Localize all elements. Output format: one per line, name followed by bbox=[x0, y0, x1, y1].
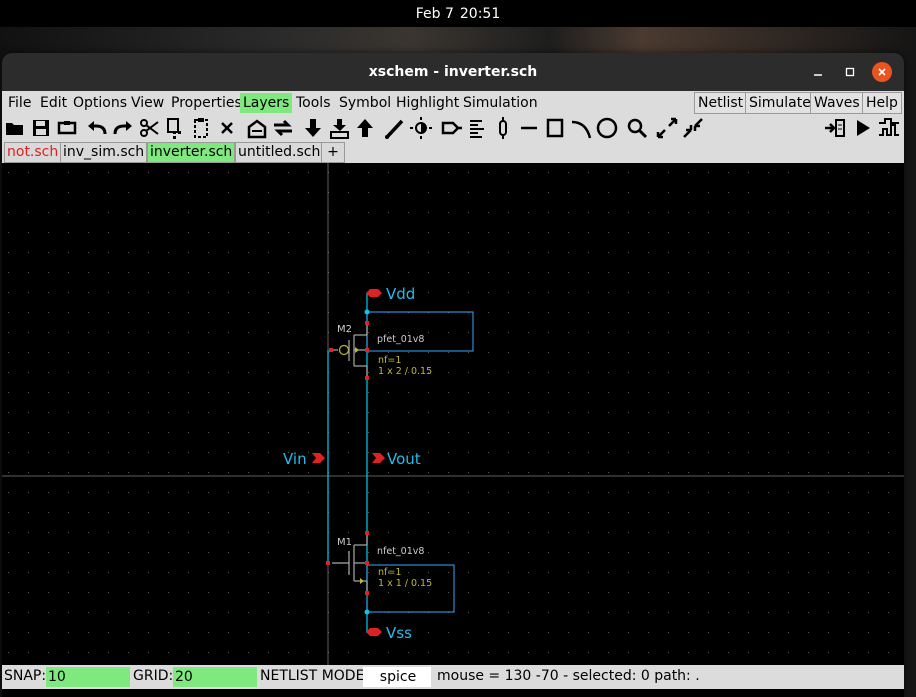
grid-dots bbox=[2, 163, 904, 665]
text-align-icon[interactable] bbox=[466, 117, 488, 139]
zoom-icon[interactable] bbox=[626, 117, 648, 139]
run-icon[interactable] bbox=[852, 117, 874, 139]
window-titlebar[interactable]: xschem - inverter.sch bbox=[2, 53, 904, 91]
push-down-icon[interactable] bbox=[302, 117, 324, 139]
rotate-icon[interactable] bbox=[246, 117, 268, 139]
nmos-size: 1 x 1 / 0.15 bbox=[378, 578, 432, 589]
menu-symbol[interactable]: Symbol bbox=[336, 93, 394, 113]
menu-edit[interactable]: Edit bbox=[37, 93, 70, 113]
schematic-canvas[interactable]: Vdd Vss Vout Vin M2 pfet_01v8 nf=1 1 x 2… bbox=[2, 163, 904, 665]
flip-icon[interactable] bbox=[272, 117, 294, 139]
netlist-mode-field[interactable]: spice bbox=[363, 667, 431, 687]
menu-highlight[interactable]: Highlight bbox=[393, 93, 462, 113]
simulate-button[interactable]: Simulate bbox=[745, 92, 815, 114]
circle-icon[interactable] bbox=[596, 117, 618, 139]
toolbar bbox=[2, 115, 904, 141]
pmos-model: pfet_01v8 bbox=[377, 334, 424, 345]
grid-field[interactable]: 20 bbox=[173, 667, 257, 687]
highlight-icon[interactable] bbox=[410, 117, 432, 139]
tab-untitled-sch[interactable]: untitled.sch bbox=[235, 142, 324, 163]
pmos-size: 1 x 2 / 0.15 bbox=[378, 366, 432, 377]
menu-layers[interactable]: Layers bbox=[240, 93, 293, 113]
close-icon[interactable] bbox=[872, 62, 892, 82]
open-folder-icon[interactable] bbox=[4, 117, 26, 139]
netlist-icon[interactable] bbox=[824, 117, 846, 139]
go-up-icon[interactable] bbox=[354, 117, 376, 139]
pin-icon[interactable] bbox=[440, 117, 462, 139]
menubar: File Edit Options View Properties Layers… bbox=[2, 91, 904, 115]
reload-icon[interactable] bbox=[56, 117, 78, 139]
zoom-in-icon[interactable] bbox=[656, 117, 678, 139]
waves-button[interactable]: Waves bbox=[810, 92, 864, 114]
menu-properties[interactable]: Properties bbox=[168, 93, 245, 113]
tab-inv-sim-sch[interactable]: inv_sim.sch bbox=[60, 142, 148, 163]
menu-file[interactable]: File bbox=[5, 93, 34, 113]
delete-icon[interactable] bbox=[216, 117, 238, 139]
tab-inverter-sch[interactable]: inverter.sch bbox=[147, 142, 236, 163]
paste-icon[interactable] bbox=[190, 117, 212, 139]
date-text[interactable]: Feb 7 bbox=[416, 6, 454, 22]
xschem-window: xschem - inverter.sch File Edit Options … bbox=[2, 53, 904, 697]
cut-icon[interactable] bbox=[138, 117, 160, 139]
menu-options[interactable]: Options bbox=[70, 93, 130, 113]
menu-simulation[interactable]: Simulation bbox=[460, 93, 541, 113]
grid-label: GRID: bbox=[133, 668, 174, 684]
menu-tools[interactable]: Tools bbox=[293, 93, 334, 113]
add-tab-button[interactable]: + bbox=[321, 142, 345, 163]
vin-label: Vin bbox=[283, 450, 307, 468]
zoom-out-icon[interactable] bbox=[682, 117, 704, 139]
tab-not-sch[interactable]: not.sch bbox=[4, 142, 62, 163]
vout-label: Vout bbox=[387, 450, 421, 468]
redo-icon[interactable] bbox=[112, 117, 134, 139]
pmos-nf: nf=1 bbox=[378, 355, 401, 366]
pmos-name: M2 bbox=[337, 324, 352, 335]
nmos-model: nfet_01v8 bbox=[377, 546, 424, 557]
vss-label: Vss bbox=[386, 624, 412, 642]
nmos-name: M1 bbox=[337, 537, 352, 548]
time-text[interactable]: 20:51 bbox=[460, 6, 500, 22]
netlist-mode-label: NETLIST MODE: bbox=[260, 668, 370, 684]
menu-view[interactable]: View bbox=[128, 93, 167, 113]
mouse-info-text: mouse = 130 -70 - selected: 0 path: . bbox=[437, 668, 700, 684]
window-title: xschem - inverter.sch bbox=[368, 64, 538, 80]
nmos-nf: nf=1 bbox=[378, 567, 401, 578]
wire-pencil-icon[interactable] bbox=[384, 117, 406, 139]
descend-symbol-icon[interactable] bbox=[328, 117, 350, 139]
copy-icon[interactable] bbox=[164, 117, 186, 139]
maximize-icon[interactable] bbox=[840, 62, 860, 82]
undo-icon[interactable] bbox=[86, 117, 108, 139]
help-button[interactable]: Help bbox=[862, 92, 902, 114]
line-icon[interactable] bbox=[518, 117, 540, 139]
snap-label: SNAP: bbox=[4, 668, 47, 684]
rect-icon[interactable] bbox=[544, 117, 566, 139]
vdd-label: Vdd bbox=[386, 285, 415, 303]
resistor-icon[interactable] bbox=[492, 117, 514, 139]
waveform-icon[interactable] bbox=[878, 117, 900, 139]
save-icon[interactable] bbox=[30, 117, 52, 139]
snap-field[interactable]: 10 bbox=[46, 667, 130, 687]
system-topbar: Feb 7 20:51 bbox=[0, 0, 916, 27]
arc-icon[interactable] bbox=[570, 117, 592, 139]
minimize-icon[interactable] bbox=[808, 62, 828, 82]
status-bar: SNAP: 10 GRID: 20 NETLIST MODE: spice mo… bbox=[2, 665, 904, 689]
tab-bar: not.sch inv_sim.sch inverter.sch untitle… bbox=[2, 141, 904, 163]
netlist-button[interactable]: Netlist bbox=[694, 92, 748, 114]
